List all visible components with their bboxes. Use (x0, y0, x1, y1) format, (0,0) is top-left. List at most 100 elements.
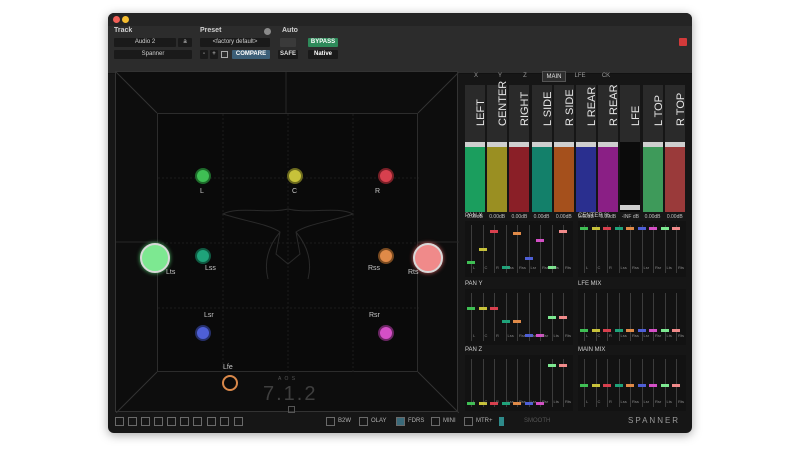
fader-thumb[interactable] (580, 383, 588, 387)
speaker-rss[interactable] (378, 248, 394, 264)
fader-track (676, 293, 677, 341)
fader-thumb[interactable] (649, 329, 657, 332)
fader-thumb[interactable] (660, 227, 669, 231)
fader-thumb[interactable] (591, 383, 600, 387)
fader-thumb[interactable] (626, 329, 634, 332)
fader-thumb[interactable] (672, 227, 680, 231)
view-button-2[interactable] (128, 417, 137, 426)
fader-thumb[interactable] (559, 363, 567, 367)
fader-label: Rts (678, 333, 684, 338)
smooth-label: SMOOTH (524, 418, 551, 424)
preset-copy-icon[interactable] (221, 51, 228, 58)
fader-thumb[interactable] (478, 306, 487, 310)
olay-label: OLAY (371, 418, 387, 424)
mini-checkbox[interactable] (431, 417, 440, 426)
olay-checkbox[interactable] (359, 417, 368, 426)
plugin-window: Track Preset Auto Audio 2 a Spanner <fac… (108, 13, 692, 433)
fader-thumb[interactable] (580, 227, 588, 231)
smooth-slider-handle[interactable] (499, 417, 504, 426)
fader-thumb[interactable] (513, 231, 521, 235)
fader-thumb[interactable] (637, 227, 646, 231)
track-suffix-select[interactable]: a (178, 38, 192, 47)
fader-track (584, 225, 585, 273)
fader-thumb[interactable] (614, 329, 623, 332)
fader-thumb[interactable] (672, 383, 680, 387)
fader-thumb[interactable] (467, 261, 475, 264)
fader-thumb[interactable] (614, 227, 623, 231)
view-button-7[interactable] (193, 417, 202, 426)
close-dot[interactable] (113, 16, 120, 23)
fader-label: Rts (565, 399, 571, 404)
fader-thumb[interactable] (513, 320, 521, 323)
track-select[interactable]: Audio 2 (114, 38, 176, 47)
view-button-1[interactable] (115, 417, 124, 426)
fader-thumb[interactable] (660, 383, 669, 387)
fader-thumb[interactable] (591, 227, 600, 231)
automation-icon[interactable] (280, 38, 296, 47)
fader-track (540, 225, 541, 273)
view-button-9[interactable] (220, 417, 229, 426)
fader-thumb[interactable] (490, 306, 498, 310)
speaker-r[interactable] (378, 168, 394, 184)
fader-thumb[interactable] (547, 363, 556, 367)
fader-thumb[interactable] (660, 329, 669, 332)
preset-next-button[interactable]: + (210, 50, 218, 59)
fader-track (641, 293, 643, 341)
plugin-select[interactable]: Spanner (114, 50, 192, 59)
fader-thumb[interactable] (547, 315, 556, 319)
fader-thumb[interactable] (559, 229, 567, 233)
panner-stage[interactable]: L C R Lts Lss Rss Rts Lsr Rsr Lfe A O S … (115, 71, 459, 413)
fader-thumb[interactable] (490, 229, 498, 233)
fader-track (517, 293, 518, 341)
view-button-4[interactable] (154, 417, 163, 426)
fader-thumb[interactable] (580, 329, 588, 332)
view-button-6[interactable] (180, 417, 189, 426)
fader-label: L (473, 333, 476, 338)
minimize-dot[interactable] (122, 16, 129, 23)
preset-select[interactable]: <factory default> (200, 38, 270, 47)
mtr-label: MTR+ (476, 418, 493, 424)
fader-thumb[interactable] (536, 238, 544, 242)
fader-thumb[interactable] (614, 383, 623, 387)
fader-bank: L C R Lss Rss Lsr Rsr Lts Rts (465, 289, 573, 345)
fader-thumb[interactable] (626, 383, 634, 387)
fader-thumb[interactable] (559, 315, 567, 319)
speaker-l[interactable] (195, 168, 211, 184)
fader-thumb[interactable] (501, 320, 510, 323)
speaker-rsr[interactable] (378, 325, 394, 341)
fader-thumb[interactable] (524, 256, 533, 260)
view-button-10[interactable] (234, 417, 243, 426)
mtr-checkbox[interactable] (464, 417, 473, 426)
view-button-5[interactable] (167, 417, 176, 426)
fader-thumb[interactable] (603, 383, 611, 387)
speaker-lsr[interactable] (195, 325, 211, 341)
speaker-c[interactable] (287, 168, 303, 184)
preset-prev-button[interactable]: - (200, 50, 208, 59)
fader-thumb[interactable] (626, 227, 634, 231)
fader-thumb[interactable] (467, 306, 475, 310)
view-button-3[interactable] (141, 417, 150, 426)
record-icon[interactable] (679, 38, 687, 46)
safe-button[interactable]: SAFE (278, 50, 298, 59)
fader-thumb[interactable] (603, 227, 611, 231)
view-button-8[interactable] (207, 417, 216, 426)
fader-thumb[interactable] (637, 329, 646, 332)
speaker-lss[interactable] (195, 248, 211, 264)
fdrs-checkbox[interactable] (396, 417, 405, 426)
fader-label: C (597, 333, 601, 338)
preset-gear-icon[interactable] (264, 28, 271, 35)
fader-thumb[interactable] (478, 247, 487, 251)
fader-thumb[interactable] (649, 227, 657, 231)
compare-button[interactable]: COMPARE (232, 50, 270, 59)
fader-thumb[interactable] (603, 329, 611, 332)
speaker-lfe[interactable] (222, 375, 238, 391)
fader-thumb[interactable] (637, 383, 646, 387)
fader-label: Lts (553, 333, 559, 338)
b2w-checkbox[interactable] (326, 417, 335, 426)
fader-label: L (473, 265, 476, 270)
bypass-button[interactable]: BYPASS (308, 38, 338, 47)
fader-thumb[interactable] (591, 329, 600, 332)
fader-thumb[interactable] (649, 383, 657, 387)
fader-track (630, 293, 631, 341)
fader-thumb[interactable] (672, 329, 680, 332)
